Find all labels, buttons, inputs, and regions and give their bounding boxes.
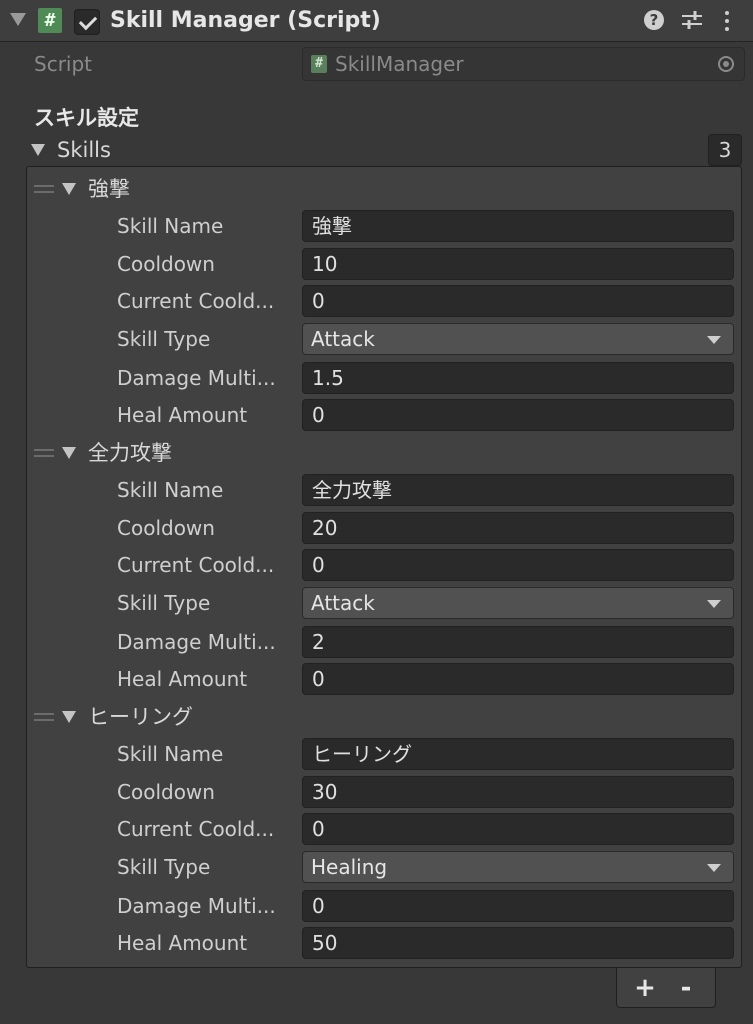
skill-type-dropdown[interactable]: Attack xyxy=(302,587,734,619)
object-picker-icon[interactable] xyxy=(718,56,734,72)
heal-amount-input[interactable]: 0 xyxy=(302,399,734,431)
cooldown-input[interactable]: 10 xyxy=(302,248,734,280)
dropdown-value: Attack xyxy=(311,327,375,351)
heal-amount-input[interactable]: 50 xyxy=(302,927,734,959)
remove-element-button[interactable]: - xyxy=(671,973,701,1003)
script-icon: # xyxy=(38,8,62,33)
field-label: Skill Type xyxy=(117,591,211,615)
field-label: Current Coold... xyxy=(117,289,275,313)
field-label: Skill Type xyxy=(117,855,211,879)
element-title[interactable]: 強撃 xyxy=(88,175,130,203)
current-cooldown-input[interactable]: 0 xyxy=(302,813,734,845)
heal-amount-input[interactable]: 0 xyxy=(302,663,734,695)
cooldown-input[interactable]: 30 xyxy=(302,776,734,808)
skill-name-input[interactable]: 強撃 xyxy=(302,210,734,242)
component-title: Skill Manager (Script) xyxy=(110,8,381,33)
component-header[interactable]: # Skill Manager (Script) ? xyxy=(0,0,753,42)
damage-multiplier-input[interactable]: 0 xyxy=(302,890,734,922)
chevron-down-icon xyxy=(707,336,721,344)
field-label: Skill Name xyxy=(117,478,224,502)
skills-foldout-arrow-icon[interactable] xyxy=(31,144,45,156)
field-label: Cooldown xyxy=(117,780,215,804)
skill-type-dropdown[interactable]: Attack xyxy=(302,323,734,355)
script-label: Script xyxy=(34,52,93,76)
element-foldout-arrow-icon[interactable] xyxy=(62,183,76,195)
skill-type-dropdown[interactable]: Healing xyxy=(302,851,734,883)
element-foldout-arrow-icon[interactable] xyxy=(62,447,76,459)
drag-handle-icon[interactable] xyxy=(34,449,54,457)
drag-handle-icon[interactable] xyxy=(34,713,54,721)
foldout-arrow-icon[interactable] xyxy=(10,13,26,26)
skill-name-input[interactable]: 全力攻撃 xyxy=(302,474,734,506)
skills-list-label[interactable]: Skills xyxy=(57,136,111,164)
field-label: Skill Type xyxy=(117,327,211,351)
damage-multiplier-input[interactable]: 1.5 xyxy=(302,362,734,394)
field-label: Skill Name xyxy=(117,742,224,766)
kebab-menu-icon[interactable] xyxy=(719,8,735,34)
field-label: Cooldown xyxy=(117,252,215,276)
chevron-down-icon xyxy=(707,600,721,608)
field-label: Current Coold... xyxy=(117,817,275,841)
help-icon[interactable]: ? xyxy=(644,10,664,30)
skills-size-field[interactable]: 3 xyxy=(708,134,742,166)
list-footer: + - xyxy=(616,968,716,1008)
field-label: Heal Amount xyxy=(117,403,248,427)
add-element-button[interactable]: + xyxy=(630,973,660,1003)
current-cooldown-input[interactable]: 0 xyxy=(302,549,734,581)
field-label: Cooldown xyxy=(117,516,215,540)
element-title[interactable]: 全力攻撃 xyxy=(88,439,172,467)
field-label: Heal Amount xyxy=(117,931,248,955)
drag-handle-icon[interactable] xyxy=(34,185,54,193)
field-label: Damage Multi... xyxy=(117,366,276,390)
element-foldout-arrow-icon[interactable] xyxy=(62,711,76,723)
field-label: Damage Multi... xyxy=(117,894,276,918)
current-cooldown-input[interactable]: 0 xyxy=(302,285,734,317)
section-header: スキル設定 xyxy=(34,106,139,130)
dropdown-value: Attack xyxy=(311,591,375,615)
presets-icon[interactable] xyxy=(681,9,703,31)
field-label: Damage Multi... xyxy=(117,630,276,654)
element-title[interactable]: ヒーリング xyxy=(88,703,193,731)
skill-name-input[interactable]: ヒーリング xyxy=(302,738,734,770)
component-enabled-checkbox[interactable] xyxy=(74,9,100,35)
field-label: Skill Name xyxy=(117,214,224,238)
cooldown-input[interactable]: 20 xyxy=(302,512,734,544)
field-label: Current Coold... xyxy=(117,553,275,577)
script-value: SkillManager xyxy=(335,52,464,76)
script-icon: # xyxy=(311,55,327,73)
dropdown-value: Healing xyxy=(311,855,388,879)
field-label: Heal Amount xyxy=(117,667,248,691)
chevron-down-icon xyxy=(707,864,721,872)
damage-multiplier-input[interactable]: 2 xyxy=(302,626,734,658)
script-object-field[interactable]: # SkillManager xyxy=(302,47,745,81)
